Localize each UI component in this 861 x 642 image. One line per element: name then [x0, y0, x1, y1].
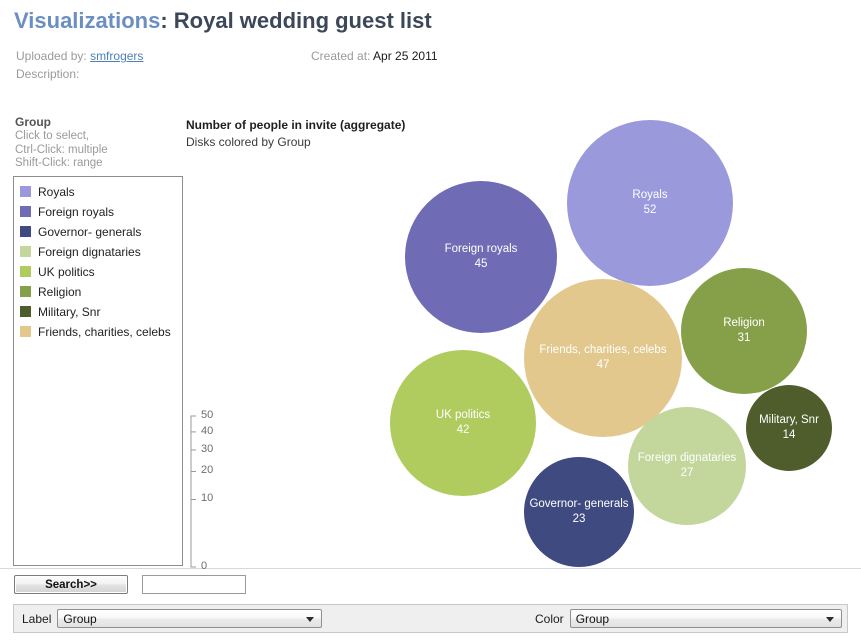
- bubble-value: 45: [474, 258, 488, 270]
- chevron-down-icon: [306, 616, 315, 622]
- bubble[interactable]: Royals 52: [567, 120, 733, 286]
- created-at-label: Created at:: [311, 49, 371, 63]
- search-row: Search>>: [14, 575, 246, 594]
- group-color-swatch: [20, 186, 31, 197]
- divider: [0, 568, 861, 569]
- bubble-value: 52: [643, 204, 657, 216]
- group-color-swatch: [20, 226, 31, 237]
- description-label: Description:: [16, 67, 80, 81]
- bubble-label: Friends, charities, celebs: [539, 344, 667, 356]
- bubble-label: Religion: [723, 317, 765, 329]
- group-item-label: Military, Snr: [38, 304, 101, 319]
- bubble-value: 42: [456, 424, 470, 436]
- bubble-value: 23: [572, 513, 586, 525]
- group-item-label: Religion: [38, 284, 82, 299]
- group-list-item[interactable]: Religion: [14, 282, 182, 302]
- uploader-link[interactable]: smfrogers: [90, 49, 143, 63]
- bubble-label: Governor- generals: [529, 498, 629, 510]
- group-list-item[interactable]: Foreign royals: [14, 202, 182, 222]
- group-list-item[interactable]: Military, Snr: [14, 302, 182, 322]
- group-item-label: Royals: [38, 184, 75, 199]
- label-select-group: Label Group: [22, 609, 323, 628]
- bubble-value: 14: [782, 429, 796, 441]
- bubble-label: UK politics: [435, 409, 491, 421]
- group-list-item[interactable]: UK politics: [14, 262, 182, 282]
- color-select[interactable]: Group: [569, 609, 842, 628]
- group-listbox[interactable]: Royals Foreign royals Governor- generals Fo…: [13, 175, 183, 566]
- group-item-label: UK politics: [38, 264, 95, 279]
- group-item-label: Friends, charities, celebs: [38, 324, 171, 339]
- bubble-value: 27: [680, 467, 694, 479]
- group-color-swatch: [20, 306, 31, 317]
- bubble-label: Foreign dignataries: [637, 452, 737, 464]
- chart-area: Number of people in invite (aggregate) D…: [185, 118, 861, 572]
- bubble[interactable]: UK politics 42: [390, 350, 536, 496]
- label-select[interactable]: Group: [57, 609, 323, 628]
- bubble-label: Foreign royals: [444, 243, 518, 255]
- breadcrumb-visualizations[interactable]: Visualizations: [14, 8, 160, 33]
- group-item-label: Foreign royals: [38, 204, 115, 219]
- color-select-caption: Color: [535, 611, 564, 626]
- group-item-label: Governor- generals: [38, 224, 142, 239]
- created-at-row: Created at: Apr 25 2011: [311, 49, 438, 63]
- group-color-swatch: [20, 286, 31, 297]
- label-select-caption: Label: [22, 611, 52, 626]
- group-list-item[interactable]: Foreign dignataries: [14, 242, 182, 262]
- breadcrumb-separator: :: [160, 8, 168, 33]
- visualization-name: Royal wedding guest list: [173, 8, 432, 33]
- group-hint-shift: Shift-Click: range: [15, 157, 103, 169]
- created-at-value: Apr 25 2011: [373, 49, 438, 63]
- page-title: Visualizations: Royal wedding guest list: [14, 8, 432, 34]
- color-select-group: Color Group: [535, 609, 842, 628]
- group-color-swatch: [20, 266, 31, 277]
- group-hint-click: Click to select,: [15, 130, 90, 142]
- bubble-label: Military, Snr: [759, 414, 819, 426]
- label-select-value: Group: [63, 611, 97, 626]
- description-row: Description:: [16, 67, 79, 81]
- search-button[interactable]: Search>>: [14, 575, 128, 594]
- group-list-item[interactable]: Governor- generals: [14, 222, 182, 242]
- bubble[interactable]: Foreign dignataries 27: [628, 407, 746, 525]
- group-list-item[interactable]: Royals: [14, 182, 182, 202]
- group-selector-panel: Group Click to select, Ctrl-Click: multi…: [13, 115, 185, 566]
- group-color-swatch: [20, 206, 31, 217]
- chevron-down-icon: [825, 616, 834, 622]
- bubble-label: Royals: [632, 189, 668, 201]
- group-panel-heading: Group: [15, 115, 51, 129]
- group-hint-ctrl: Ctrl-Click: multiple: [15, 143, 108, 156]
- search-input[interactable]: [142, 575, 246, 594]
- group-list-item[interactable]: Friends, charities, celebs: [14, 322, 182, 342]
- bubble[interactable]: Religion 31: [681, 268, 807, 394]
- group-color-swatch: [20, 326, 31, 337]
- bubble[interactable]: Military, Snr 14: [746, 385, 832, 471]
- bubble-value: 47: [596, 359, 610, 371]
- uploaded-by-label: Uploaded by:: [16, 49, 87, 63]
- group-item-label: Foreign dignataries: [38, 244, 141, 259]
- group-color-swatch: [20, 246, 31, 257]
- color-select-value: Group: [575, 611, 610, 626]
- bubble-value: 31: [737, 332, 751, 344]
- bubble-plot: Royals 52 Friends, charities, celebs 47 Fore…: [185, 118, 861, 568]
- bubble[interactable]: Foreign royals 45: [405, 181, 557, 333]
- bottom-toolbar: Label Group Color Group: [13, 604, 848, 633]
- uploaded-by-row: Uploaded by: smfrogers: [16, 49, 143, 63]
- bubble[interactable]: Governor- generals 23: [524, 457, 634, 567]
